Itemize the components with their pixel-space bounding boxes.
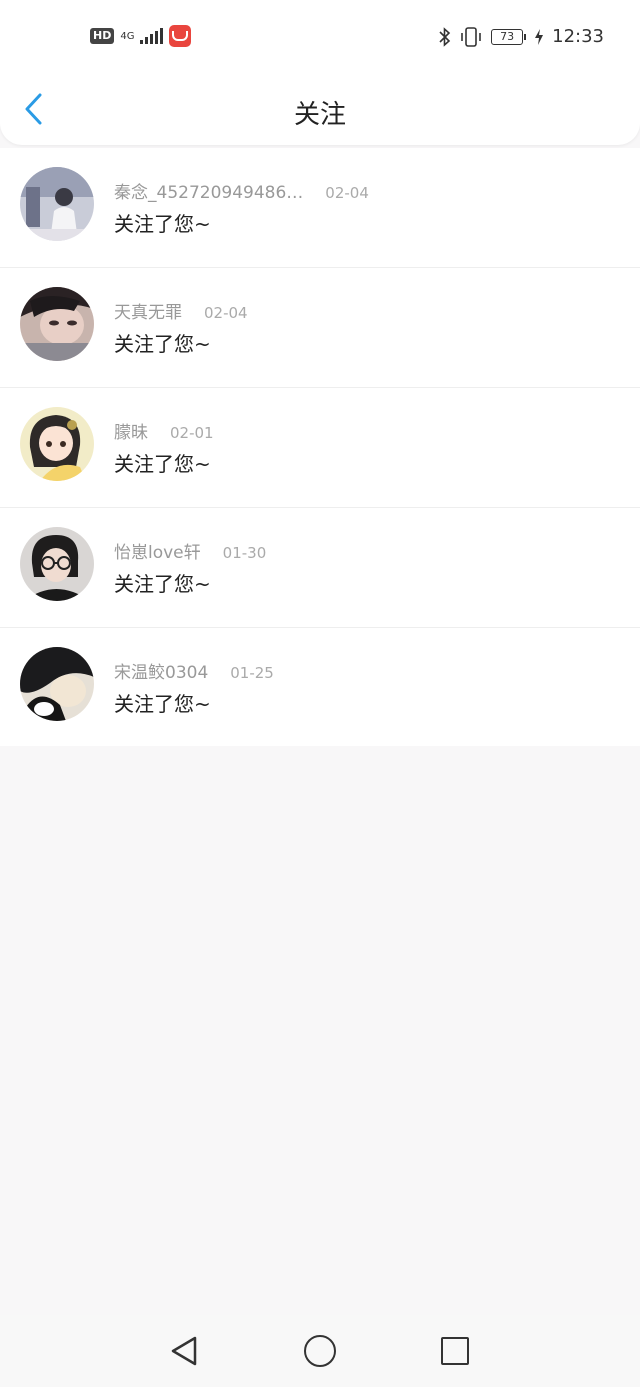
app-store-icon [169, 25, 192, 47]
item-meta: 朦昧 02-01 [114, 418, 214, 443]
follower-list: 秦念_452720949486… 02-04 关注了您~ 天真无罪 02-04 关注… [0, 148, 640, 746]
list-item[interactable]: 宋温鲛0304 01-25 关注了您~ [0, 628, 640, 746]
bluetooth-icon [439, 26, 451, 47]
item-message: 关注了您~ [114, 332, 211, 356]
avatar[interactable] [20, 287, 94, 361]
status-left: HD 4G [90, 25, 192, 47]
status-right: 73 12:33 [439, 26, 604, 47]
avatar[interactable] [20, 167, 94, 241]
item-message: 关注了您~ [114, 572, 211, 596]
vibrate-icon [461, 26, 481, 47]
list-item[interactable]: 朦昧 02-01 关注了您~ [0, 388, 640, 508]
battery-level: 73 [491, 28, 524, 45]
hd-badge: HD [90, 28, 115, 44]
item-meta: 宋温鲛0304 01-25 [114, 658, 274, 683]
item-date: 02-04 [325, 184, 369, 202]
top-header: HD 4G 73 12:33 关注 [0, 0, 640, 145]
user-name[interactable]: 怡崽love轩 [114, 543, 201, 563]
list-item[interactable]: 天真无罪 02-04 关注了您~ [0, 268, 640, 388]
nav-home-icon[interactable] [304, 1335, 336, 1367]
avatar[interactable] [20, 647, 94, 721]
avatar[interactable] [20, 407, 94, 481]
system-nav-bar [0, 1315, 640, 1387]
item-date: 01-30 [222, 544, 267, 562]
list-item[interactable]: 秦念_452720949486… 02-04 关注了您~ [0, 148, 640, 268]
item-message: 关注了您~ [114, 452, 211, 476]
clock: 12:33 [552, 26, 604, 47]
list-item[interactable]: 怡崽love轩 01-30 关注了您~ [0, 508, 640, 628]
item-date: 02-04 [204, 304, 248, 322]
nav-recents-icon[interactable] [441, 1337, 469, 1365]
signal-icon [140, 28, 164, 44]
item-message: 关注了您~ [114, 692, 211, 716]
item-date: 01-25 [230, 664, 274, 682]
nav-back-icon[interactable] [170, 1335, 198, 1367]
avatar[interactable] [20, 527, 94, 601]
user-name[interactable]: 天真无罪 [114, 303, 182, 323]
item-meta: 天真无罪 02-04 [114, 298, 248, 323]
user-name[interactable]: 秦念_452720949486… [114, 183, 303, 203]
user-name[interactable]: 朦昧 [114, 423, 148, 443]
battery-icon: 73 [491, 28, 527, 45]
page-title: 关注 [293, 100, 346, 130]
item-message: 关注了您~ [114, 212, 211, 236]
item-meta: 秦念_452720949486… 02-04 [114, 178, 369, 203]
charging-icon [535, 28, 544, 45]
status-bar: HD 4G 73 12:33 [0, 20, 640, 54]
network-label: 4G [120, 30, 135, 42]
item-date: 02-01 [170, 424, 214, 442]
item-meta: 怡崽love轩 01-30 [114, 538, 266, 563]
user-name[interactable]: 宋温鲛0304 [114, 663, 208, 683]
